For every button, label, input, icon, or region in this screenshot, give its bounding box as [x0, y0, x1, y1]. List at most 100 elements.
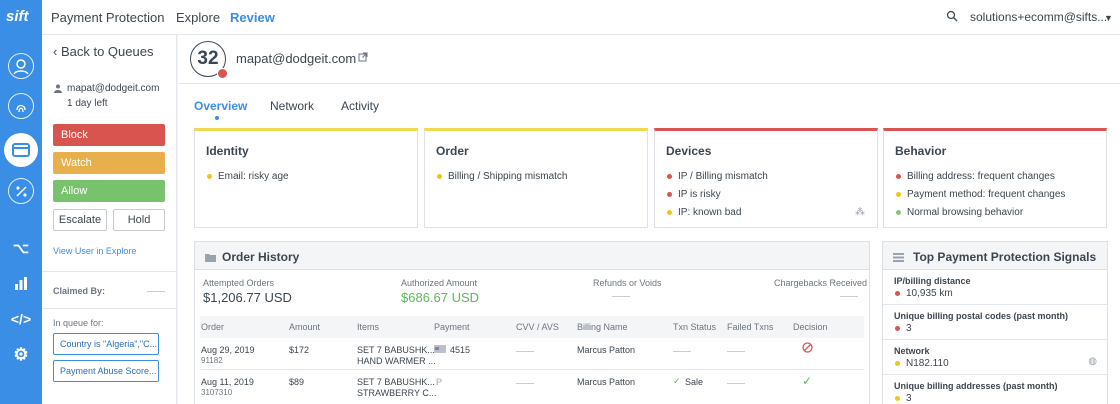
view-user-link[interactable]: View User in Explore — [53, 246, 136, 256]
column-header: Txn Status — [673, 322, 717, 332]
top-bar: Payment Protection Explore Review soluti… — [42, 0, 1120, 35]
block-button[interactable]: Block — [53, 124, 165, 146]
back-to-queues-link[interactable]: ‹ Back to Queues — [53, 44, 153, 59]
card-title: Identity — [206, 144, 249, 158]
card-title: Behavior — [895, 144, 947, 158]
network-icon[interactable]: ⁂ — [855, 207, 865, 218]
active-tab-indicator — [215, 116, 219, 120]
in-queue-label: In queue for: — [53, 318, 104, 328]
user-email-title: mapat@dodgeit.com — [236, 51, 357, 66]
list-item: IP: known bad — [667, 207, 741, 218]
signal-value: N182.110 — [895, 358, 949, 369]
chevron-down-icon[interactable]: ▼ — [1104, 13, 1113, 23]
list-item: IP is risky — [667, 189, 721, 200]
divider — [883, 304, 1107, 305]
signal-value: 3 — [895, 323, 912, 334]
settings-icon[interactable]: ⚙ — [0, 345, 42, 365]
list-item: Billing / Shipping mismatch — [437, 171, 568, 182]
external-link-icon[interactable] — [358, 52, 368, 65]
order-date: Aug 29, 2019 — [201, 345, 255, 355]
card-brand-icon — [434, 345, 446, 355]
cvv-avs-empty — [516, 351, 534, 352]
blocked-icon — [802, 342, 813, 355]
order-item: SET 7 BABUSHK... — [357, 377, 435, 387]
check-icon: ✓ — [802, 374, 813, 388]
stat-label: Chargebacks Received — [774, 278, 868, 288]
signals-icon — [893, 251, 904, 265]
claimed-by-label: Claimed By: — [53, 286, 106, 296]
hold-button[interactable]: Hold — [113, 209, 165, 231]
column-header: Decision — [793, 322, 828, 332]
risk-score-badge: 32 — [190, 41, 228, 79]
stat-label: Attempted Orders — [203, 278, 275, 288]
main-content: 32 mapat@dodgeit.com Overview Network Ac… — [178, 35, 1120, 404]
risk-score: 32 — [197, 48, 219, 69]
product-title: Payment Protection — [51, 10, 165, 25]
allow-button[interactable]: Allow — [53, 180, 165, 202]
list-item: Email: risky age — [207, 171, 289, 182]
chevron-left-icon: ‹ — [53, 44, 61, 59]
divider — [883, 339, 1107, 340]
signal-label: Unique billing addresses (past month) — [894, 381, 1058, 391]
user-icon[interactable] — [8, 53, 34, 79]
tab-network[interactable]: Network — [270, 99, 314, 113]
divider — [42, 271, 177, 272]
order-item: SET 7 BABUSHK... — [357, 345, 435, 355]
billing-name: Marcus Patton — [577, 377, 636, 387]
sidebar-user-email: mapat@dodgeit.com — [67, 83, 160, 94]
list-item: Normal browsing behavior — [896, 207, 1023, 218]
nav-explore[interactable]: Explore — [176, 10, 220, 25]
fingerprint-icon[interactable] — [8, 93, 34, 119]
workflow-icon[interactable]: ⌥ — [0, 240, 42, 257]
folder-icon — [205, 251, 216, 265]
promo-icon[interactable] — [8, 178, 34, 204]
list-item: IP / Billing mismatch — [667, 171, 768, 182]
signal-value: 3 — [895, 393, 912, 404]
signal-label: IP/billing distance — [894, 276, 971, 286]
payment-last4: 4515 — [450, 345, 471, 355]
column-header: Payment — [434, 322, 470, 332]
signal-label: Network — [894, 346, 930, 356]
time-left: 1 day left — [67, 98, 108, 109]
failed-txns-empty — [727, 383, 745, 384]
paypal-icon: P — [436, 377, 443, 387]
risk-status-dot — [217, 68, 228, 79]
column-header: CVV / AVS — [516, 322, 559, 332]
column-header: Amount — [289, 322, 321, 332]
cvv-avs-empty — [516, 383, 534, 384]
panel-header: Order History — [195, 242, 869, 270]
column-header: Billing Name — [577, 322, 628, 332]
stat-value-empty — [840, 296, 858, 297]
order-amount: $89 — [289, 377, 305, 387]
identity-card: Identity Email: risky age — [194, 128, 418, 228]
panel-title: Order History — [222, 250, 300, 264]
analytics-icon[interactable] — [0, 276, 42, 293]
devices-card: Devices IP / Billing mismatch IP is risk… — [654, 128, 878, 228]
order-card: Order Billing / Shipping mismatch — [424, 128, 648, 228]
account-menu[interactable]: solutions+ecomm@sifts... — [970, 10, 1107, 24]
tab-overview[interactable]: Overview — [194, 99, 247, 113]
globe-icon[interactable]: ◍ — [1088, 356, 1097, 367]
order-item: STRAWBERRY C... — [357, 388, 437, 398]
signal-label: Unique billing postal codes (past month) — [894, 311, 1069, 321]
watch-button[interactable]: Watch — [53, 152, 165, 174]
txn-status-empty — [673, 351, 691, 352]
stat-value: $686.67 USD — [401, 290, 480, 305]
card-title: Devices — [666, 144, 712, 158]
review-sidebar: ‹ Back to Queues mapat@dodgeit.com 1 day… — [42, 35, 177, 404]
payment-card-icon[interactable] — [4, 133, 38, 167]
sift-logo: sift — [6, 8, 29, 25]
nav-review[interactable]: Review — [230, 10, 275, 25]
order-amount: $172 — [289, 345, 310, 355]
tab-activity[interactable]: Activity — [341, 99, 379, 113]
queue-chip[interactable]: Payment Abuse Score... — [53, 360, 159, 382]
escalate-button[interactable]: Escalate — [53, 209, 107, 231]
code-icon[interactable]: </> — [0, 311, 42, 327]
list-item: Billing address: frequent changes — [896, 171, 1055, 182]
list-item: Payment method: frequent changes — [896, 189, 1065, 200]
billing-name: Marcus Patton — [577, 345, 636, 355]
queue-chip[interactable]: Country is "Algeria","C... — [53, 333, 159, 355]
column-header: Items — [357, 322, 380, 332]
search-icon[interactable] — [946, 10, 958, 25]
column-header: Order — [201, 322, 225, 332]
